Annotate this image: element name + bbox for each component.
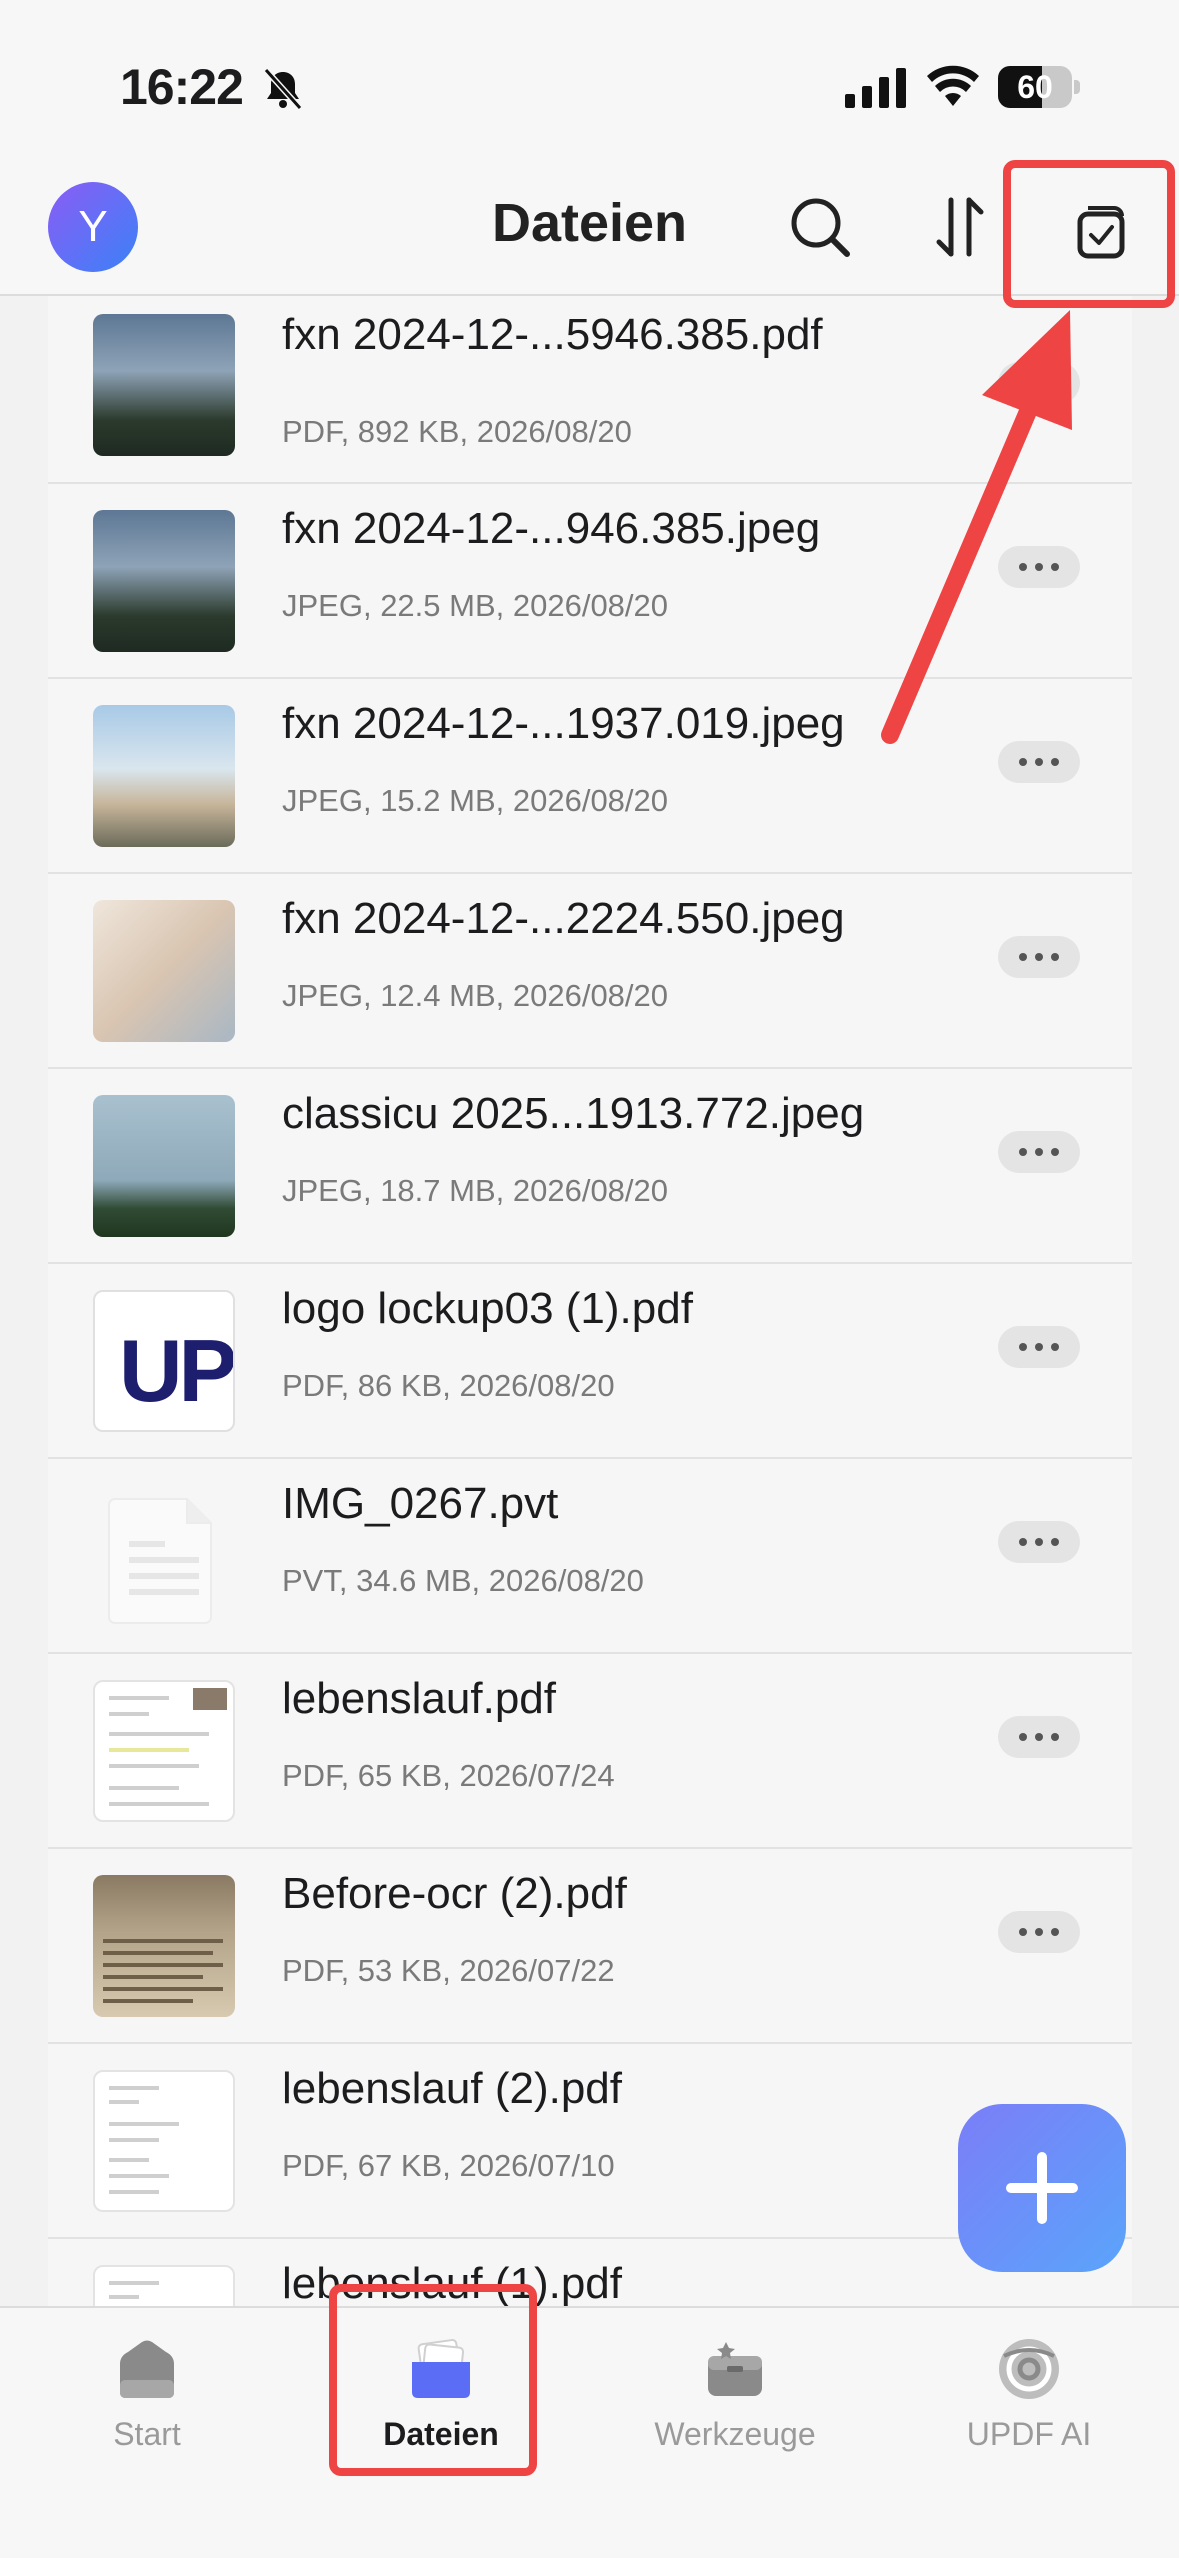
more-options-icon[interactable] [998,1521,1080,1563]
status-bar: 16:22 60 [0,0,1179,170]
more-options-icon[interactable] [998,362,1080,404]
file-name: logo lockup03 (1).pdf [282,1284,693,1333]
add-file-button[interactable] [958,2104,1126,2272]
file-meta: PDF, 53 KB, 2026/07/22 [282,1953,615,1988]
file-name: fxn 2024-12-...946.385.jpeg [282,504,821,553]
file-meta: PDF, 86 KB, 2026/08/20 [282,1368,615,1403]
signal-icon [845,68,906,108]
file-thumbnail [93,900,235,1042]
clock: 16:22 [120,59,244,115]
more-options-icon[interactable] [998,546,1080,588]
file-thumbnail [93,2070,235,2212]
bell-slash-icon [263,67,303,111]
file-thumbnail [93,1095,235,1237]
tab-label: Start [113,2416,181,2452]
list-item[interactable]: fxn 2024-12-...5946.385.pdf PDF, 892 KB,… [48,296,1132,484]
ai-icon [999,2339,1059,2399]
tab-label: UPDF AI [966,2416,1092,2452]
file-meta: PDF, 67 KB, 2026/07/10 [282,2148,615,2183]
battery-level: 60 [1017,69,1053,105]
list-item[interactable]: lebenslauf.pdf PDF, 65 KB, 2026/07/24 [48,1654,1132,1849]
more-options-icon[interactable] [998,741,1080,783]
tab-label: Werkzeuge [654,2416,816,2452]
highlight-select-button [1003,160,1175,308]
tab-updf-ai[interactable]: UPDF AI [882,2308,1176,2558]
logo-thumbnail-text: UP [119,1321,234,1420]
more-options-icon[interactable] [998,936,1080,978]
home-icon [120,2340,174,2398]
file-name: IMG_0267.pvt [282,1479,559,1528]
file-thumbnail [93,510,235,652]
file-name: fxn 2024-12-...2224.550.jpeg [282,894,845,943]
file-thumbnail [93,1875,235,2017]
file-thumbnail: UP [93,1290,235,1432]
list-item[interactable]: UP logo lockup03 (1).pdf PDF, 86 KB, 202… [48,1264,1132,1459]
blank-document-icon [108,1498,212,1624]
more-options-icon[interactable] [998,1326,1080,1368]
more-options-icon[interactable] [998,1131,1080,1173]
tab-start[interactable]: Start [0,2308,294,2558]
highlight-dateien-tab [329,2284,537,2476]
more-options-icon[interactable] [998,1911,1080,1953]
search-icon[interactable] [785,192,855,262]
list-item[interactable]: fxn 2024-12-...1937.019.jpeg JPEG, 15.2 … [48,679,1132,874]
file-list: fxn 2024-12-...5946.385.pdf PDF, 892 KB,… [48,296,1132,2434]
list-item[interactable]: Before-ocr (2).pdf PDF, 53 KB, 2026/07/2… [48,1849,1132,2044]
tab-werkzeuge[interactable]: Werkzeuge [588,2308,882,2558]
file-name: Before-ocr (2).pdf [282,1869,627,1918]
list-item[interactable]: fxn 2024-12-...2224.550.jpeg JPEG, 12.4 … [48,874,1132,1069]
list-item[interactable]: classicu 2025...1913.772.jpeg JPEG, 18.7… [48,1069,1132,1264]
file-thumbnail [93,314,235,456]
file-name: lebenslauf (2).pdf [282,2064,622,2113]
list-item[interactable]: fxn 2024-12-...946.385.jpeg JPEG, 22.5 M… [48,484,1132,679]
file-meta: JPEG, 15.2 MB, 2026/08/20 [282,783,669,818]
sort-icon[interactable] [925,192,995,262]
file-thumbnail [93,705,235,847]
file-meta: JPEG, 22.5 MB, 2026/08/20 [282,588,669,623]
file-meta: PDF, 892 KB, 2026/08/20 [282,414,632,449]
file-name: lebenslauf.pdf [282,1674,556,1723]
file-thumbnail [93,1680,235,1822]
file-name: classicu 2025...1913.772.jpeg [282,1089,865,1138]
file-meta: JPEG, 12.4 MB, 2026/08/20 [282,978,669,1013]
file-meta: PVT, 34.6 MB, 2026/08/20 [282,1563,644,1598]
toolbox-icon [708,2342,762,2396]
file-name: fxn 2024-12-...1937.019.jpeg [282,699,845,748]
list-item[interactable]: IMG_0267.pvt PVT, 34.6 MB, 2026/08/20 [48,1459,1132,1654]
more-options-icon[interactable] [998,1716,1080,1758]
file-name: fxn 2024-12-...5946.385.pdf [282,310,823,359]
wifi-icon [927,65,979,106]
file-meta: PDF, 65 KB, 2026/07/24 [282,1758,615,1793]
battery-icon: 60 [998,66,1080,108]
file-meta: JPEG, 18.7 MB, 2026/08/20 [282,1173,669,1208]
tab-bar: Start Dateien Werkzeuge UPDF AI [0,2306,1179,2558]
